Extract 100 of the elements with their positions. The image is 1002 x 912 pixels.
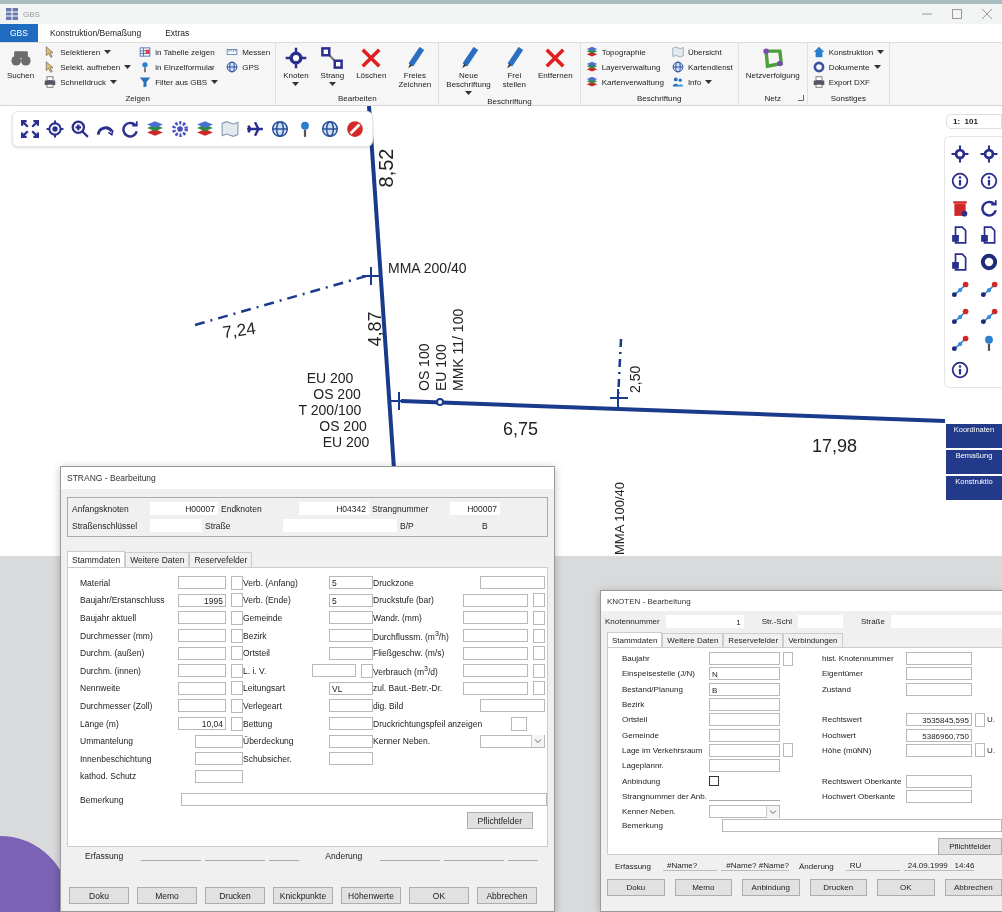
ribbon-button[interactable]: in Einzelformular — [137, 60, 221, 74]
input-field[interactable] — [905, 682, 972, 696]
input-field[interactable] — [329, 629, 373, 643]
tab[interactable]: Weitere Daten — [662, 633, 724, 647]
input-field[interactable]: N — [709, 667, 780, 681]
flag-field[interactable] — [783, 743, 793, 758]
ribbon-button[interactable]: Frei stellen — [498, 45, 530, 92]
ribbon-button[interactable]: Schnelldruck — [42, 75, 134, 89]
ribbon-button[interactable]: Messen — [224, 45, 273, 59]
input-field[interactable] — [463, 611, 528, 625]
input-field[interactable] — [178, 629, 226, 643]
dialog-button[interactable]: Anbindung — [742, 879, 800, 896]
input-field[interactable] — [178, 681, 226, 695]
input-field[interactable] — [709, 713, 780, 727]
ribbon-button[interactable]: Kartendienst — [669, 60, 735, 74]
ribbon-button[interactable]: GPS — [224, 60, 273, 74]
flag-field[interactable] — [533, 611, 545, 625]
flag-field[interactable] — [231, 628, 243, 643]
maximize-icon[interactable] — [952, 9, 962, 19]
tool-button[interactable] — [19, 118, 41, 140]
tab[interactable]: Weitere Daten — [125, 552, 190, 567]
input-field[interactable] — [178, 664, 226, 678]
input-field[interactable]: H00007 — [150, 502, 218, 515]
input-field[interactable] — [463, 646, 528, 660]
menu-tab[interactable]: GBS — [0, 24, 38, 42]
input-field[interactable] — [195, 752, 243, 766]
input-field[interactable]: 3535845,595 — [905, 713, 972, 727]
ribbon-button[interactable]: Selekt. aufheben — [42, 60, 134, 74]
flag-field[interactable] — [533, 663, 545, 678]
scale-field[interactable]: 1: 101 — [946, 114, 1002, 129]
dialog-button[interactable]: Knickpunkte — [273, 887, 333, 904]
input-field[interactable] — [709, 728, 780, 742]
dropdown-field[interactable] — [480, 734, 545, 748]
input-field[interactable] — [463, 629, 528, 643]
dialog-button[interactable]: OK — [409, 887, 469, 904]
input-field[interactable] — [329, 699, 373, 713]
flag-field[interactable] — [231, 663, 243, 678]
input-field[interactable]: 10,04 — [178, 717, 226, 731]
flag-field[interactable] — [974, 712, 985, 727]
tool-button[interactable] — [169, 118, 191, 140]
input-field[interactable]: 5386960,750 — [905, 728, 972, 742]
input-field[interactable]: 5 — [329, 593, 373, 607]
dialog-button[interactable]: Memo — [674, 879, 732, 896]
input-field[interactable] — [709, 698, 780, 712]
tab[interactable]: Reservefelder — [189, 552, 253, 567]
dialog-button[interactable]: OK — [877, 879, 935, 896]
flag-field[interactable] — [361, 663, 373, 678]
ribbon-button[interactable]: Konstruktion — [810, 45, 887, 59]
flag-field[interactable] — [231, 611, 243, 625]
tool-button[interactable] — [44, 118, 66, 140]
close-icon[interactable] — [982, 9, 992, 19]
input-field[interactable] — [463, 681, 528, 695]
tab[interactable]: Stammdaten — [67, 551, 126, 567]
input-field[interactable] — [178, 646, 226, 660]
tab[interactable]: Verbindungen — [783, 633, 843, 647]
input-field[interactable] — [709, 652, 780, 666]
input-field[interactable] — [463, 593, 528, 607]
input-field[interactable] — [195, 769, 243, 783]
launcher-icon[interactable] — [797, 95, 804, 101]
input-field[interactable] — [722, 819, 1002, 833]
input-field[interactable] — [329, 717, 373, 731]
flag-field[interactable] — [783, 651, 793, 666]
input-field[interactable] — [181, 793, 547, 807]
flag-field[interactable] — [231, 646, 243, 661]
ribbon-button[interactable]: Kartenverwaltung — [583, 75, 666, 89]
ribbon-button[interactable]: in Tabelle zeigen — [137, 45, 221, 59]
flag-field[interactable] — [533, 628, 545, 643]
input-field[interactable] — [709, 743, 780, 757]
input-field[interactable] — [329, 611, 373, 625]
dialog-button[interactable]: Höhenwerte — [341, 887, 401, 904]
input-field[interactable] — [905, 789, 972, 803]
ribbon-button[interactable]: Dokumente — [810, 60, 887, 74]
ribbon-button[interactable]: Entfernen — [533, 45, 577, 83]
dropdown-field[interactable] — [709, 805, 780, 819]
ribbon-button[interactable]: Suchen — [3, 45, 39, 83]
checkbox[interactable] — [709, 776, 719, 786]
required-fields-button[interactable]: Pflichtfelder — [466, 812, 533, 830]
ribbon-button[interactable]: Neue Beschriftung — [442, 45, 495, 98]
ribbon-button[interactable]: Layerverwaltung — [583, 60, 666, 74]
flag-field[interactable] — [533, 646, 545, 661]
ribbon-button[interactable]: Knoten — [279, 45, 313, 89]
menu-tab[interactable]: Konstruktion/Bemaßung — [37, 24, 154, 42]
input-field[interactable] — [312, 664, 356, 678]
input-field[interactable] — [178, 699, 226, 713]
dialog-button[interactable]: Memo — [137, 887, 197, 904]
input-field[interactable] — [178, 611, 226, 625]
tool-button[interactable] — [119, 118, 141, 140]
menu-tab[interactable]: Extras — [153, 24, 202, 42]
input-field[interactable] — [178, 576, 226, 590]
flag-field[interactable] — [231, 716, 243, 731]
ribbon-button[interactable]: Filter aus GBS — [137, 75, 221, 89]
flag-field[interactable] — [511, 716, 527, 731]
input-field[interactable]: H00007 — [450, 502, 500, 515]
input-field[interactable] — [329, 752, 373, 766]
input-field[interactable] — [905, 667, 972, 681]
dialog-button[interactable]: Abbrechen — [944, 879, 1002, 896]
input-field[interactable] — [709, 759, 780, 773]
flag-field[interactable] — [231, 575, 243, 590]
ribbon-button[interactable]: Strang — [316, 45, 349, 89]
input-field[interactable] — [329, 734, 373, 748]
